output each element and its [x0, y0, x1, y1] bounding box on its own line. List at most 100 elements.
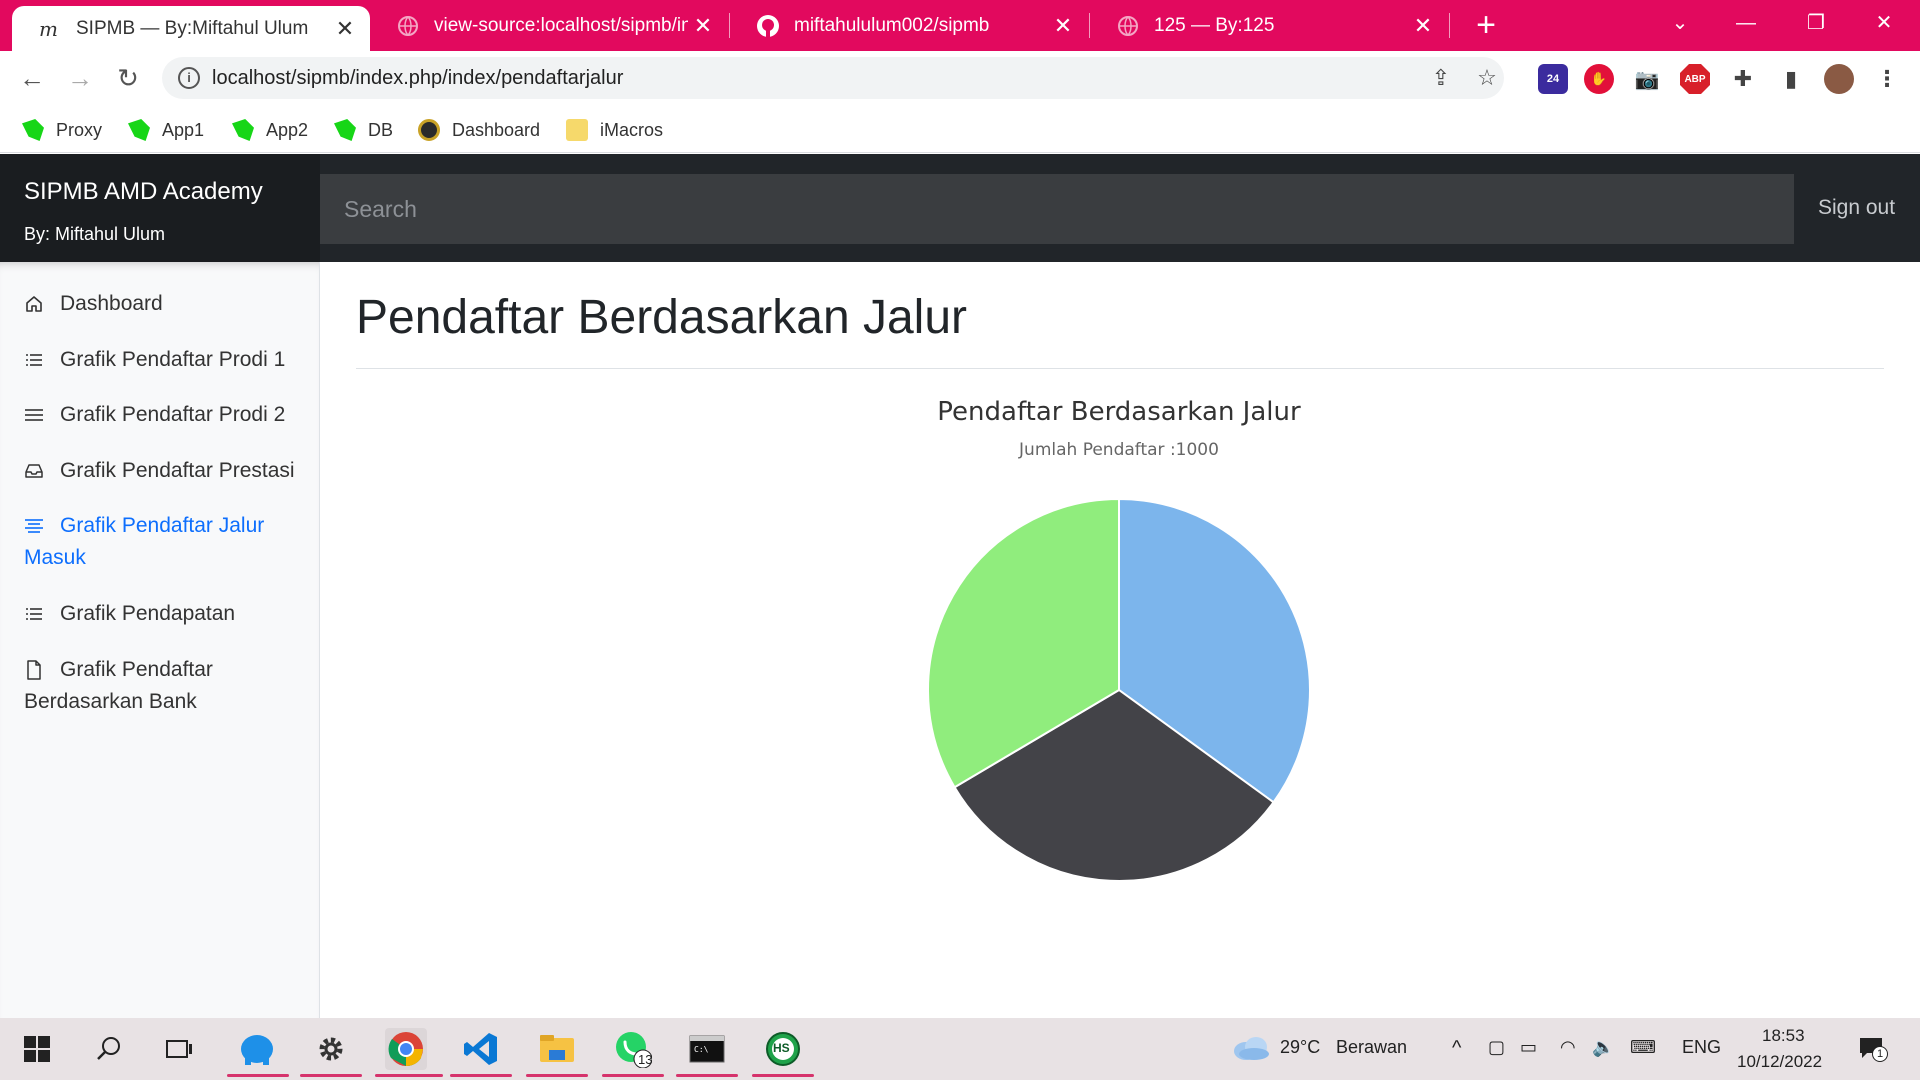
extensions-puzzle-icon[interactable]: ✚: [1728, 64, 1758, 94]
camera-icon[interactable]: 📷: [1632, 64, 1662, 94]
sidebar-item-label: Grafik Pendaftar Prestasi: [60, 459, 295, 482]
pie-slices: [927, 497, 1311, 882]
browser-toolbar: ← → ↻ i localhost/sipmb/index.php/index/…: [0, 51, 1920, 105]
chrome-icon[interactable]: [385, 1028, 427, 1070]
svg-text:C:\: C:\: [694, 1045, 709, 1054]
file-explorer-icon[interactable]: [536, 1028, 578, 1070]
sidebar-item-label: Grafik Pendaftar Jalur Masuk: [24, 514, 265, 569]
sidebar-item-prodi-2[interactable]: Grafik Pendaftar Prodi 2: [24, 399, 314, 431]
url-text[interactable]: localhost/sipmb/index.php/index/pendafta…: [212, 67, 623, 90]
battery-icon[interactable]: ▭: [1520, 1037, 1537, 1058]
clock-time[interactable]: 18:53: [1762, 1026, 1805, 1046]
close-window-icon[interactable]: ✕: [1854, 0, 1914, 46]
windows-start-icon[interactable]: [16, 1028, 58, 1070]
sign-out-link[interactable]: Sign out: [1818, 196, 1895, 220]
search-input[interactable]: [320, 174, 1794, 244]
bookmark-star-icon[interactable]: ☆: [1474, 66, 1500, 92]
bookmark-dashboard[interactable]: Dashboard: [418, 117, 540, 143]
sidebar-item-pendapatan[interactable]: Grafik Pendapatan: [24, 598, 314, 630]
share-icon[interactable]: ⇪: [1428, 66, 1454, 92]
browser-tab-bar: m SIPMB — By:Miftahul Ulum ✕ view-source…: [0, 0, 1920, 51]
whatsapp-icon[interactable]: 13: [612, 1028, 654, 1070]
bookmark-label: App2: [266, 119, 309, 140]
tab-search-icon[interactable]: ⌄: [1650, 0, 1710, 46]
sidebar-item-dashboard[interactable]: Dashboard: [24, 288, 314, 320]
sidebar-item-label: Grafik Pendaftar Prodi 1: [60, 348, 286, 371]
task-view-icon[interactable]: [158, 1028, 200, 1070]
sidebar-item-prestasi[interactable]: Grafik Pendaftar Prestasi: [24, 455, 314, 487]
bookmark-db[interactable]: DB: [334, 117, 393, 143]
sidebar-item-jalur-masuk[interactable]: Grafik Pendaftar Jalur Masuk: [24, 510, 314, 574]
sidebar-item-bank[interactable]: Grafik Pendaftar Berdasarkan Bank: [24, 654, 314, 718]
new-tab-button[interactable]: +: [1466, 6, 1506, 46]
volume-icon[interactable]: 🔈: [1592, 1037, 1614, 1058]
sidebar-item-prodi-1[interactable]: Grafik Pendaftar Prodi 1: [24, 344, 314, 376]
language-indicator[interactable]: ENG: [1682, 1037, 1721, 1058]
bookmark-label: iMacros: [600, 119, 664, 140]
site-info-icon[interactable]: i: [178, 67, 200, 89]
php-elephant-icon[interactable]: [236, 1028, 278, 1070]
bookmark-app2[interactable]: App2: [232, 117, 308, 143]
brand-title: SIPMB AMD Academy: [24, 178, 263, 205]
side-panel-icon[interactable]: ▮: [1776, 64, 1806, 94]
weather-description[interactable]: Berawan: [1336, 1037, 1407, 1058]
title-divider: [356, 368, 1884, 369]
hs-app-icon[interactable]: HS: [762, 1028, 804, 1070]
list-icon: [26, 354, 42, 366]
wifi-icon[interactable]: ◠: [1560, 1037, 1576, 1058]
svg-text:m: m: [39, 17, 58, 41]
bookmark-proxy[interactable]: Proxy: [22, 117, 102, 143]
clock-date[interactable]: 10/12/2022: [1737, 1052, 1822, 1072]
globe-icon: [396, 14, 420, 38]
extension-graduation-icon[interactable]: 24: [1538, 64, 1568, 94]
site-favicon-icon: m: [38, 17, 62, 41]
profile-avatar[interactable]: [1824, 64, 1854, 94]
tab-125[interactable]: 125 — By:125 ✕: [1090, 0, 1448, 51]
github-icon: [756, 14, 780, 38]
back-arrow-icon[interactable]: ←: [14, 61, 50, 97]
running-indicator: [300, 1074, 362, 1077]
tab-view-source[interactable]: view-source:localhost/sipmb/ind ✕: [370, 0, 728, 51]
close-tab-icon[interactable]: ✕: [688, 13, 718, 39]
notification-icon[interactable]: 1: [1858, 1036, 1888, 1062]
meet-now-icon[interactable]: ▢: [1488, 1037, 1505, 1058]
windows-taskbar: 13 C:\ HS 29°C Berawan ^ ▢ ▭ ◠ 🔈 ⌨ ENG 1…: [0, 1018, 1920, 1080]
close-tab-icon[interactable]: ✕: [1408, 13, 1438, 39]
running-indicator: [375, 1074, 443, 1077]
running-indicator: [676, 1074, 738, 1077]
search-icon[interactable]: [88, 1028, 130, 1070]
notification-badge: 1: [1872, 1046, 1888, 1062]
menu-icon: [25, 409, 43, 421]
chevron-up-icon[interactable]: ^: [1452, 1037, 1461, 1060]
close-tab-icon[interactable]: ✕: [330, 16, 360, 42]
address-bar[interactable]: i localhost/sipmb/index.php/index/pendaf…: [162, 57, 1504, 99]
bookmark-label: Proxy: [56, 119, 103, 140]
brand[interactable]: SIPMB AMD Academy By: Miftahul Ulum: [0, 154, 320, 262]
sidebar-item-label: Grafik Pendaftar Prodi 2: [60, 403, 286, 426]
app-navbar: SIPMB AMD Academy By: Miftahul Ulum Sign…: [0, 154, 1920, 262]
running-indicator: [227, 1074, 289, 1077]
terminal-icon[interactable]: C:\: [686, 1028, 728, 1070]
emblem-icon: [418, 119, 440, 141]
restore-icon[interactable]: ❐: [1786, 0, 1846, 46]
bookmarks-bar: Proxy App1 App2 DB Dashboard iMacros: [0, 105, 1920, 153]
abp-icon[interactable]: ABP: [1680, 64, 1710, 94]
keyboard-icon[interactable]: ⌨: [1630, 1037, 1656, 1058]
tab-sipmb[interactable]: m SIPMB — By:Miftahul Ulum ✕: [12, 6, 370, 51]
bookmark-app1[interactable]: App1: [128, 117, 204, 143]
adblock-hand-icon[interactable]: ✋: [1584, 64, 1614, 94]
weather-temp[interactable]: 29°C: [1280, 1037, 1320, 1058]
close-tab-icon[interactable]: ✕: [1048, 13, 1078, 39]
bookmark-imacros[interactable]: iMacros: [566, 117, 663, 143]
vscode-icon[interactable]: [460, 1028, 502, 1070]
bookmark-label: DB: [368, 119, 394, 140]
browser-menu-icon[interactable]: ⋮: [1872, 64, 1902, 94]
reload-icon[interactable]: ↻: [110, 61, 146, 97]
minimize-icon[interactable]: —: [1716, 0, 1776, 46]
cloud-icon[interactable]: [1232, 1035, 1270, 1066]
hs-label: HS: [773, 1041, 790, 1055]
settings-gear-icon[interactable]: [310, 1028, 352, 1070]
tab-github[interactable]: miftahululum002/sipmb ✕: [730, 0, 1088, 51]
forward-arrow-icon[interactable]: →: [62, 61, 98, 97]
chart-title: Pendaftar Berdasarkan Jalur: [937, 397, 1301, 427]
